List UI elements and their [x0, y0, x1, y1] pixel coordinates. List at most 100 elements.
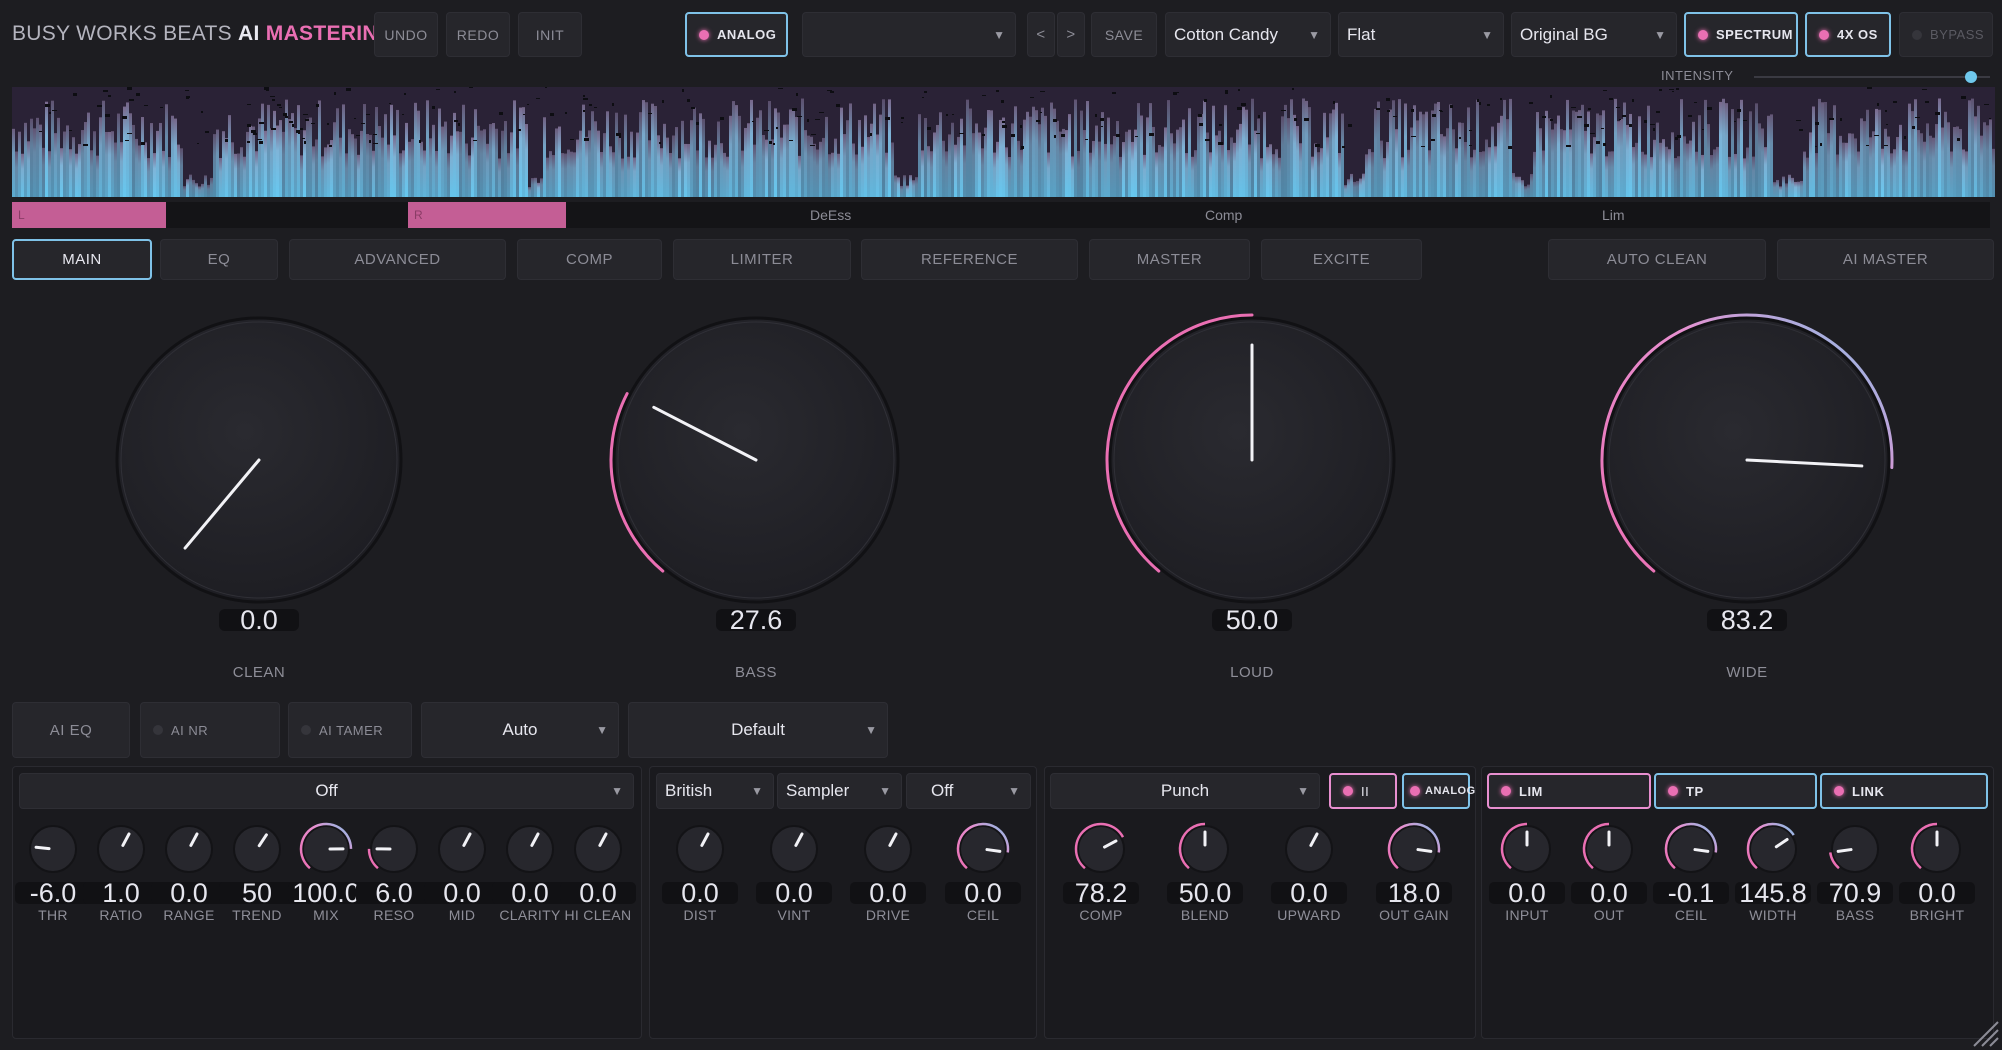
comp_panel-out-gain-knob[interactable] — [1390, 825, 1438, 873]
oversampling-toggle[interactable]: 4X OS — [1805, 12, 1891, 57]
drive_panel-vint-knob[interactable] — [770, 825, 818, 873]
eq_panel-range-knob[interactable] — [165, 825, 213, 873]
tab-excite[interactable]: EXCITE — [1261, 239, 1422, 280]
spectrum-bar — [396, 109, 399, 197]
eq_panel-mid-knob[interactable] — [438, 825, 486, 873]
tab-auto-clean[interactable]: AUTO CLEAN — [1548, 239, 1766, 280]
tp-toggle[interactable]: TP — [1654, 773, 1817, 809]
eq-mode-dropdown[interactable]: Off ▼ — [19, 773, 634, 809]
tab-comp[interactable]: COMP — [517, 239, 662, 280]
spectrum-bar — [1647, 105, 1650, 197]
drive_panel-drive-knob[interactable] — [864, 825, 912, 873]
eq_panel-ratio-knob[interactable] — [97, 825, 145, 873]
spectrum-dark-speck — [1877, 103, 1879, 106]
lim-toggle[interactable]: LIM — [1487, 773, 1651, 809]
spectrum-dark-speck — [1603, 143, 1606, 146]
big-knob-group — [115, 313, 1894, 604]
comp-pause-toggle[interactable]: II — [1329, 773, 1397, 809]
tab-ai-master[interactable]: AI MASTER — [1777, 239, 1994, 280]
intensity-slider[interactable] — [1754, 70, 1990, 84]
spectrum-bar — [300, 155, 303, 197]
spectrum-bar — [876, 134, 879, 197]
comp_panel-comp-knob[interactable] — [1077, 825, 1125, 873]
ai-nr-led — [153, 725, 163, 735]
comp_panel-upward-knob[interactable] — [1285, 825, 1333, 873]
spectrum-bar — [12, 128, 15, 197]
spectrum-toggle[interactable]: SPECTRUM — [1684, 12, 1798, 57]
spectrum-bar — [1605, 156, 1608, 197]
tab-master[interactable]: MASTER — [1089, 239, 1250, 280]
drive-style-dropdown[interactable]: British ▼ — [656, 773, 774, 809]
spectrum-bar — [1260, 158, 1263, 197]
comp-preset-value: Punch — [1160, 781, 1210, 800]
spectrum-bar — [1614, 98, 1617, 197]
bypass-led — [1912, 29, 1922, 40]
redo-button[interactable]: REDO — [446, 12, 510, 57]
spectrum-bar — [783, 124, 786, 197]
drive-mode-dropdown[interactable]: Sampler ▼ — [777, 773, 902, 809]
spectrum-bar — [1104, 143, 1107, 197]
eq_panel-thr-knob[interactable] — [29, 825, 77, 873]
tab-limiter[interactable]: LIMITER — [673, 239, 851, 280]
spectrum-bar — [135, 138, 138, 197]
analog-toggle[interactable]: ANALOG — [685, 12, 788, 57]
tab-advanced[interactable]: ADVANCED — [289, 239, 506, 280]
spectrum-dark-speck — [1904, 136, 1906, 139]
drive_panel-ceil-knob[interactable] — [959, 825, 1007, 873]
tab-reference[interactable]: REFERENCE — [861, 239, 1078, 280]
spectrum-dark-speck — [259, 141, 263, 144]
ai-eq-button[interactable]: AI EQ — [12, 702, 130, 758]
intensity-thumb[interactable] — [1965, 71, 1978, 83]
undo-button[interactable]: UNDO — [374, 12, 438, 57]
next-preset-button[interactable]: > — [1057, 12, 1085, 57]
spectrum-bar — [879, 114, 882, 197]
theme-dropdown[interactable]: Cotton Candy ▼ — [1165, 12, 1331, 57]
spectrum-dark-speck — [1886, 124, 1888, 125]
link-toggle[interactable]: LINK — [1820, 773, 1988, 809]
spectrum-bar — [918, 114, 921, 197]
spectrum-bar — [510, 132, 513, 197]
drive-option-dropdown[interactable]: Off ▼ — [906, 773, 1031, 809]
eq_panel-hi-clean-knob[interactable] — [574, 825, 622, 873]
eq_panel-trend-knob[interactable] — [233, 825, 281, 873]
spectrum-bar — [930, 151, 933, 197]
init-button[interactable]: INIT — [518, 12, 582, 57]
spectrum-dark-speck — [186, 96, 189, 99]
spectrum-bar — [807, 135, 810, 197]
spectrum-bar — [519, 107, 522, 197]
tab-eq[interactable]: EQ — [160, 239, 278, 280]
spectrum-bar — [564, 153, 567, 197]
lim_panel-width-knob[interactable] — [1749, 825, 1797, 873]
eq_panel-clarity-knob[interactable] — [506, 825, 554, 873]
ai-mode-dropdown[interactable]: Auto ▼ — [421, 702, 619, 758]
background-dropdown[interactable]: Original BG ▼ — [1511, 12, 1677, 57]
spectrum-dark-speck — [682, 89, 684, 92]
ai-profile-dropdown[interactable]: Default ▼ — [628, 702, 888, 758]
comp-analog-toggle[interactable]: ANALOG — [1402, 773, 1475, 809]
bypass-toggle[interactable]: BYPASS — [1899, 12, 1993, 57]
comp-preset-dropdown[interactable]: Punch ▼ — [1050, 773, 1320, 809]
spectrum-dark-speck — [69, 130, 72, 131]
drive_panel-dist-knob[interactable] — [676, 825, 724, 873]
ai-nr-toggle[interactable]: AI NR — [140, 702, 280, 758]
resize-grip-icon[interactable] — [1970, 1018, 2000, 1048]
ai-tamer-toggle[interactable]: AI TAMER — [288, 702, 412, 758]
spectrum-dark-speck — [329, 145, 332, 147]
prev-preset-button[interactable]: < — [1027, 12, 1055, 57]
spectrum-dark-speck — [45, 104, 50, 107]
lim_panel-bass-knob[interactable] — [1831, 825, 1879, 873]
save-button[interactable]: SAVE — [1091, 12, 1157, 57]
small-knob-group — [29, 822, 1961, 873]
tab-main[interactable]: MAIN — [12, 239, 152, 280]
spectrum-dark-speck — [612, 103, 614, 106]
chevron-down-icon: ▼ — [865, 723, 877, 737]
spectrum-dark-speck — [354, 118, 356, 119]
spectrum-bar — [1035, 110, 1038, 197]
lim_panel-ceil-knob[interactable] — [1667, 825, 1715, 873]
preset-dropdown[interactable]: ▼ — [802, 12, 1016, 57]
spectrum-dark-speck — [1508, 146, 1512, 149]
curve-dropdown[interactable]: Flat ▼ — [1338, 12, 1504, 57]
spectrum-bar — [1107, 117, 1110, 197]
theme-value: Cotton Candy — [1174, 24, 1278, 44]
spectrum-bar — [1890, 153, 1893, 197]
